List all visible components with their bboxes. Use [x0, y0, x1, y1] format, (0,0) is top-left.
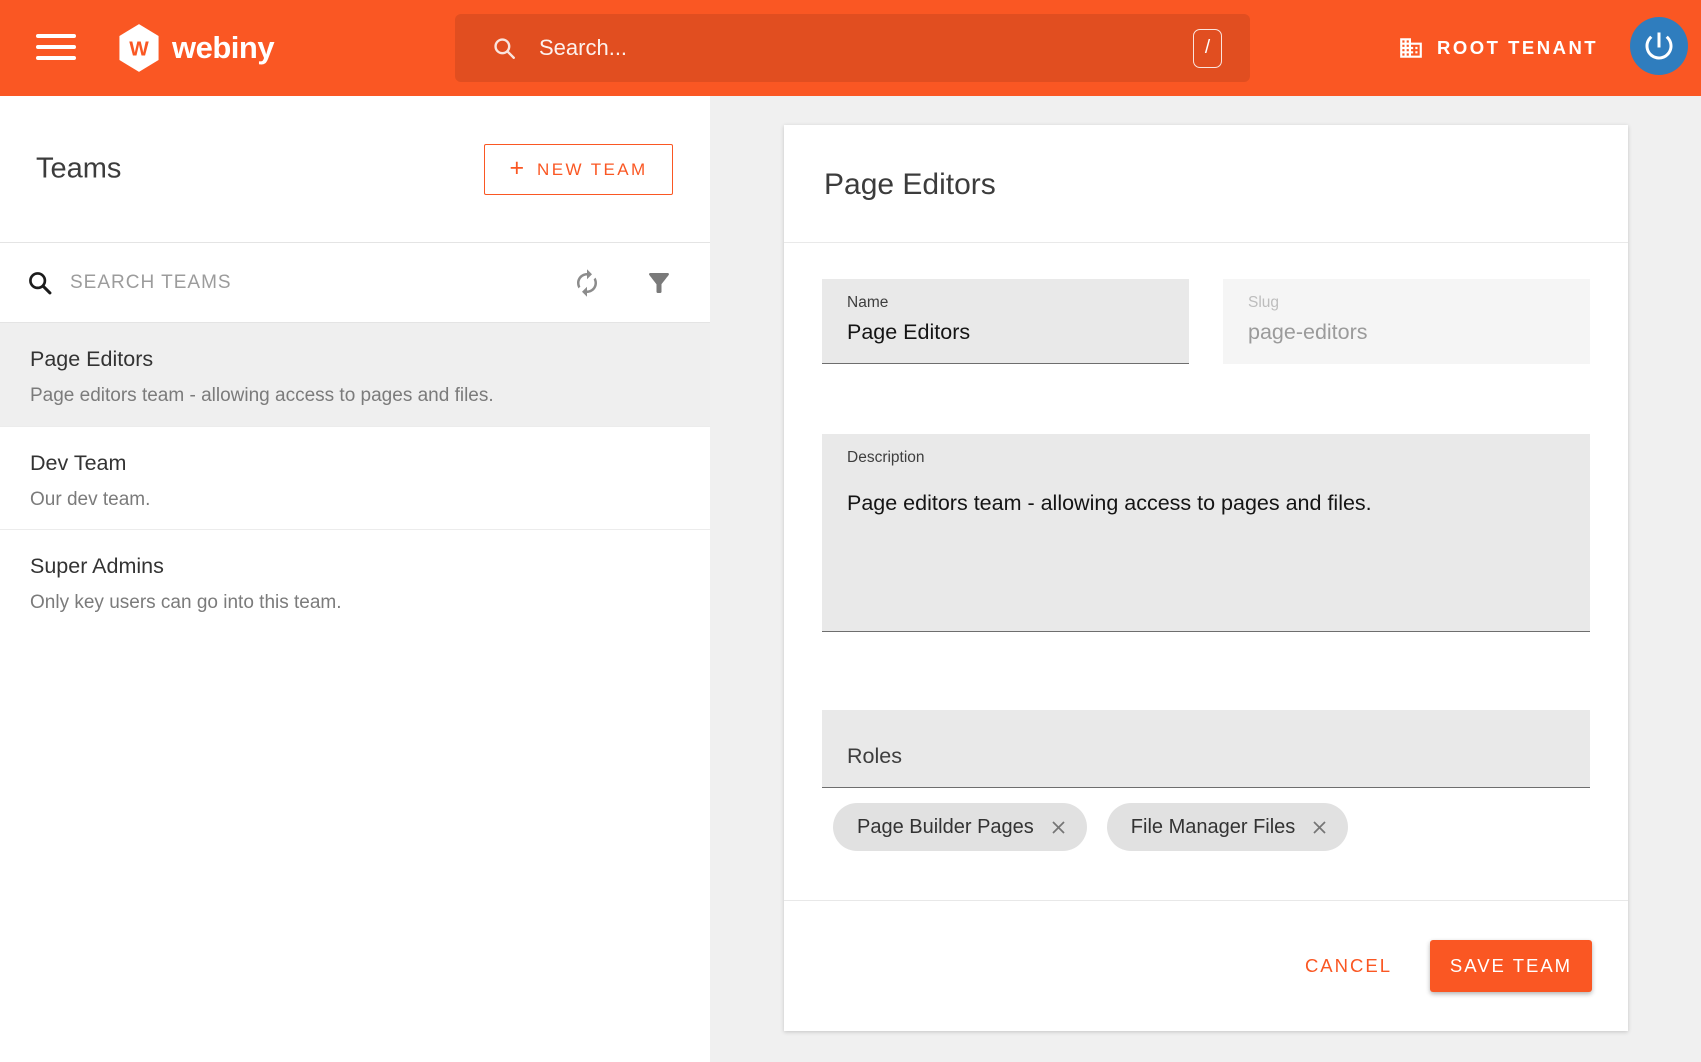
name-field[interactable]: Name Page Editors	[822, 279, 1189, 364]
building-icon	[1398, 35, 1424, 61]
slug-field-label: Slug	[1248, 294, 1590, 312]
save-team-button[interactable]: SAVE TEAM	[1430, 940, 1592, 992]
search-shortcut-hint: /	[1193, 29, 1222, 68]
team-list-item-dev-team[interactable]: Dev Team Our dev team.	[0, 426, 710, 529]
team-detail-header: Page Editors	[784, 125, 1628, 243]
role-chips: Page Builder Pages File Manager Files	[833, 803, 1348, 851]
global-search-bar[interactable]: /	[455, 14, 1250, 82]
roles-field-label: Roles	[847, 744, 902, 769]
search-icon	[491, 35, 517, 61]
description-field[interactable]: Description Page editors team - allowing…	[822, 434, 1590, 632]
description-field-label: Description	[847, 449, 1590, 467]
webiny-logo[interactable]: W webiny	[117, 23, 274, 73]
tenant-label: ROOT TENANT	[1437, 37, 1598, 59]
description-field-value[interactable]: Page editors team - allowing access to p…	[847, 491, 1590, 516]
hamburger-menu-icon[interactable]	[36, 34, 76, 60]
role-chip-file-manager-files: File Manager Files	[1107, 803, 1349, 851]
team-detail-title: Page Editors	[824, 168, 996, 202]
name-field-label: Name	[847, 294, 1189, 312]
team-list: Page Editors Page editors team - allowin…	[0, 323, 710, 632]
role-chip-page-builder-pages: Page Builder Pages	[833, 803, 1087, 851]
cancel-button[interactable]: CANCEL	[1305, 955, 1392, 977]
tenant-selector[interactable]: ROOT TENANT	[1398, 0, 1598, 96]
form-actions: CANCEL SAVE TEAM	[784, 900, 1628, 1031]
svg-text:W: W	[129, 38, 149, 61]
plus-icon: +	[509, 154, 524, 183]
slug-field-value: page-editors	[1248, 320, 1590, 345]
top-app-bar: W webiny / ROOT TENANT	[0, 0, 1701, 96]
slug-field: Slug page-editors	[1223, 279, 1590, 364]
team-list-item-page-editors[interactable]: Page Editors Page editors team - allowin…	[0, 323, 710, 426]
screen: W webiny / ROOT TENANT	[0, 0, 1701, 1062]
teams-list-panel: Teams + NEW TEAM Page Editors Page edito	[0, 96, 710, 1062]
power-icon	[1641, 28, 1677, 64]
refresh-icon[interactable]	[572, 268, 602, 298]
teams-search-row	[0, 243, 710, 323]
name-field-value[interactable]: Page Editors	[847, 320, 1189, 345]
brand-wordmark: webiny	[172, 23, 274, 73]
user-avatar[interactable]	[1630, 17, 1688, 75]
search-icon	[26, 269, 54, 297]
webiny-hexagon-icon: W	[117, 23, 161, 73]
new-team-button[interactable]: + NEW TEAM	[484, 144, 673, 195]
page-title: Teams	[36, 153, 121, 186]
teams-panel-header: Teams + NEW TEAM	[0, 96, 710, 243]
roles-field[interactable]: Roles	[822, 710, 1590, 788]
close-icon[interactable]	[1048, 817, 1069, 838]
teams-search-input[interactable]	[70, 243, 510, 323]
filter-icon[interactable]	[644, 268, 674, 298]
team-detail-card: Page Editors Name Page Editors Slug page…	[784, 125, 1628, 1031]
team-list-item-super-admins[interactable]: Super Admins Only key users can go into …	[0, 529, 710, 632]
global-search-input[interactable]	[539, 35, 1193, 61]
close-icon[interactable]	[1309, 817, 1330, 838]
